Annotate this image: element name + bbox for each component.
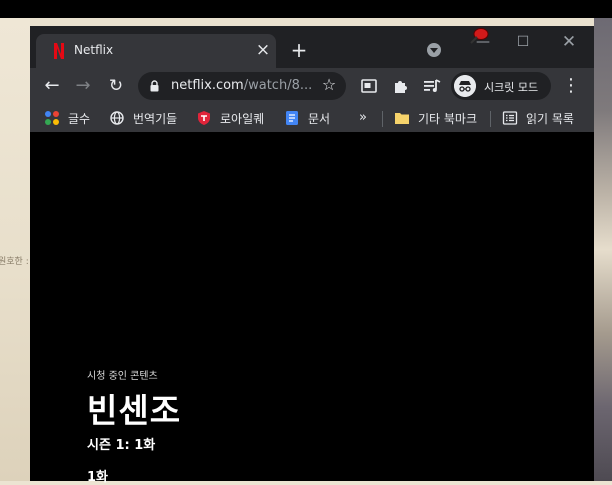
bookmark-item[interactable]: 문서 xyxy=(284,109,330,127)
maximize-icon[interactable]: ☐ xyxy=(510,32,536,52)
bookmarks-divider xyxy=(490,111,491,127)
desktop-background-left: 원호한 : xyxy=(0,18,30,481)
forward-arrow-icon[interactable]: → xyxy=(71,74,95,98)
reading-list-label: 읽기 목록 xyxy=(526,111,574,126)
google-apps-icon xyxy=(45,111,59,125)
bookmark-label: 번역기들 xyxy=(133,111,178,126)
desktop-edge-text: 원호한 : xyxy=(0,257,29,267)
netflix-n-icon xyxy=(54,43,64,59)
browser-toolbar: ← → ↻ netflix.com/watch/8... ☆ 시크릿 모드 ⋮ xyxy=(30,68,594,104)
bookmark-label: 글수 xyxy=(68,111,91,126)
bookmark-star-icon[interactable]: ☆ xyxy=(320,76,338,94)
tab-title: Netflix xyxy=(74,43,114,57)
back-arrow-icon[interactable]: ← xyxy=(40,74,64,98)
tab-strip: Netflix × + — ☐ ✕ xyxy=(30,26,594,68)
reload-icon[interactable]: ↻ xyxy=(104,74,128,98)
docs-icon xyxy=(286,111,298,125)
address-bar[interactable]: netflix.com/watch/8... ☆ xyxy=(138,72,346,100)
folder-icon xyxy=(395,113,409,124)
url-text: netflix.com/watch/8... xyxy=(171,78,312,93)
lock-icon xyxy=(150,80,159,92)
other-bookmarks-label: 기타 북마크 xyxy=(418,111,478,126)
bookmarks-bar: 글수 번역기들 로아일퀘 문서 » 기타 북마크 읽기 목록 xyxy=(30,104,594,132)
media-control-icon[interactable] xyxy=(423,77,441,95)
browser-window: Netflix × + — ☐ ✕ ← → ↻ netflix.com/watc… xyxy=(30,26,594,485)
bookmarks-overflow-button[interactable]: » xyxy=(359,109,373,127)
reading-list-icon xyxy=(502,111,518,125)
bookmark-item[interactable]: 로아일퀘 xyxy=(196,109,264,127)
extensions-puzzle-icon[interactable] xyxy=(392,77,410,95)
picture-in-picture-icon[interactable] xyxy=(360,77,378,95)
episode-title: 1화 xyxy=(87,470,109,485)
desktop-background-top xyxy=(30,18,594,26)
now-watching-label: 시청 중인 콘텐츠 xyxy=(87,371,158,382)
bookmark-item[interactable]: 번역기들 xyxy=(109,109,177,127)
more-menu-icon[interactable]: ⋮ xyxy=(562,75,580,97)
incognito-badge[interactable]: 시크릿 모드 xyxy=(451,72,551,100)
show-title: 빈센조 xyxy=(87,391,182,430)
other-bookmarks[interactable]: 기타 북마크 xyxy=(394,109,477,127)
window-close-icon[interactable]: ✕ xyxy=(556,32,582,52)
bookmark-item[interactable]: 글수 xyxy=(44,109,90,127)
plus-icon[interactable]: + xyxy=(288,39,310,61)
red-shield-icon xyxy=(198,111,210,125)
close-icon[interactable]: × xyxy=(254,41,272,59)
incognito-icon xyxy=(454,75,476,97)
globe-icon xyxy=(110,111,124,125)
incognito-label: 시크릿 모드 xyxy=(484,81,539,94)
reading-list[interactable]: 읽기 목록 xyxy=(502,109,574,127)
tab-netflix[interactable]: Netflix × xyxy=(36,34,276,68)
minimize-icon[interactable]: — xyxy=(470,32,496,52)
bookmarks-divider xyxy=(382,111,383,127)
url-path: /watch/8... xyxy=(243,78,313,93)
bookmark-label: 문서 xyxy=(308,111,331,126)
bookmark-label: 로아일퀘 xyxy=(220,111,265,126)
season-episode: 시즌 1: 1화 xyxy=(87,438,156,453)
desktop-background-right xyxy=(594,18,612,481)
url-host: netflix.com xyxy=(171,78,244,93)
desktop-top-strip xyxy=(0,0,612,18)
tab-search-icon[interactable] xyxy=(427,43,441,57)
video-player[interactable]: 시청 중인 콘텐츠 빈센조 시즌 1: 1화 1화 xyxy=(30,132,594,485)
